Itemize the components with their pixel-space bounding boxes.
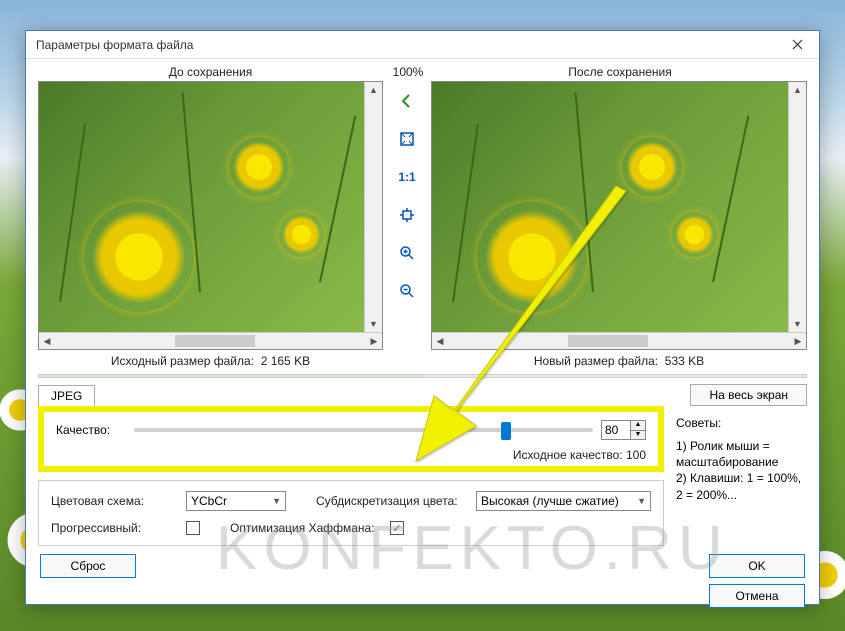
original-quality-label: Исходное качество: bbox=[513, 448, 623, 462]
reset-button[interactable]: Сброс bbox=[40, 554, 136, 578]
chevron-down-icon: ▼ bbox=[637, 496, 646, 506]
scroll-up-icon[interactable]: ▲ bbox=[365, 82, 382, 98]
scroll-left-icon[interactable]: ◀ bbox=[39, 333, 55, 349]
color-scheme-combo[interactable]: YCbCr ▼ bbox=[186, 491, 286, 511]
quality-input[interactable] bbox=[602, 421, 630, 439]
new-size: Новый размер файла: 533 KB bbox=[431, 354, 807, 368]
color-scheme-label: Цветовая схема: bbox=[51, 494, 186, 508]
zoom-out-icon bbox=[399, 283, 415, 299]
close-icon bbox=[792, 39, 803, 50]
original-size: Исходный размер файла: 2 165 KB bbox=[38, 354, 383, 368]
new-size-value: 533 KB bbox=[665, 354, 704, 368]
original-size-label: Исходный размер файла: bbox=[111, 354, 254, 368]
after-hscrollbar[interactable]: ◀ ▶ bbox=[432, 332, 806, 349]
quality-label: Качество: bbox=[56, 423, 126, 437]
before-image bbox=[39, 82, 364, 332]
zoom-label: 100% bbox=[383, 65, 433, 79]
scroll-thumb[interactable] bbox=[175, 335, 255, 347]
after-image bbox=[432, 82, 788, 332]
subsampling-combo[interactable]: Высокая (лучше сжатие) ▼ bbox=[476, 491, 651, 511]
scroll-right-icon[interactable]: ▶ bbox=[790, 333, 806, 349]
ok-button[interactable]: OK bbox=[709, 554, 805, 578]
before-hscrollbar[interactable]: ◀ ▶ bbox=[39, 332, 382, 349]
expand-button[interactable] bbox=[395, 203, 419, 227]
before-vscrollbar[interactable]: ▲ ▼ bbox=[364, 82, 382, 332]
actual-size-button[interactable]: 1:1 bbox=[395, 165, 419, 189]
before-preview[interactable]: ▲ ▼ ◀ ▶ bbox=[38, 81, 383, 350]
fullscreen-button[interactable]: На весь экран bbox=[690, 384, 807, 406]
original-quality-value: 100 bbox=[626, 448, 646, 462]
scroll-down-icon[interactable]: ▼ bbox=[365, 316, 382, 332]
quality-spinner[interactable]: ▲ ▼ bbox=[601, 420, 646, 440]
before-header: До сохранения bbox=[38, 65, 383, 79]
scroll-thumb[interactable] bbox=[568, 335, 648, 347]
tips-line1: 1) Ролик мыши = масштабирование bbox=[676, 438, 807, 470]
quality-highlight: Качество: ▲ ▼ Исходное bbox=[38, 406, 664, 472]
new-size-label: Новый размер файла: bbox=[534, 354, 658, 368]
tips-line2: 2) Клавиши: 1 = 100%, 2 = 200%... bbox=[676, 470, 807, 502]
subsampling-value: Высокая (лучше сжатие) bbox=[481, 494, 619, 508]
slider-thumb[interactable] bbox=[501, 422, 511, 440]
color-scheme-value: YCbCr bbox=[191, 494, 227, 508]
zoom-out-button[interactable] bbox=[395, 279, 419, 303]
jpeg-tab[interactable]: JPEG bbox=[38, 385, 95, 406]
scroll-up-icon[interactable]: ▲ bbox=[789, 82, 806, 98]
subsampling-label: Субдискретизация цвета: bbox=[316, 494, 476, 508]
file-format-dialog: Параметры формата файла До сохранения 10… bbox=[25, 30, 820, 605]
arrow-left-icon bbox=[399, 93, 415, 109]
zoom-in-icon bbox=[399, 245, 415, 261]
scroll-left-icon[interactable]: ◀ bbox=[432, 333, 448, 349]
quality-slider[interactable] bbox=[134, 428, 593, 432]
fit-button[interactable] bbox=[395, 127, 419, 151]
huffman-label: Оптимизация Хаффмана: bbox=[230, 521, 390, 535]
progressive-checkbox[interactable] bbox=[186, 521, 200, 535]
after-vscrollbar[interactable]: ▲ ▼ bbox=[788, 82, 806, 332]
size-ratio-bar bbox=[38, 374, 807, 378]
chevron-down-icon: ▼ bbox=[272, 496, 281, 506]
close-button[interactable] bbox=[781, 34, 813, 56]
spinner-down[interactable]: ▼ bbox=[631, 430, 645, 439]
titlebar: Параметры формата файла bbox=[26, 31, 819, 59]
zoom-in-button[interactable] bbox=[395, 241, 419, 265]
scroll-right-icon[interactable]: ▶ bbox=[366, 333, 382, 349]
dialog-title: Параметры формата файла bbox=[36, 38, 193, 52]
progressive-label: Прогрессивный: bbox=[51, 521, 186, 535]
zoom-toolbar: 1:1 bbox=[383, 81, 431, 350]
cancel-button[interactable]: Отмена bbox=[709, 584, 805, 608]
after-header: После сохранения bbox=[433, 65, 807, 79]
huffman-checkbox[interactable]: ✓ bbox=[390, 521, 404, 535]
fit-icon bbox=[399, 131, 415, 147]
original-quality: Исходное качество: 100 bbox=[56, 448, 646, 462]
spinner-up[interactable]: ▲ bbox=[631, 421, 645, 430]
scroll-down-icon[interactable]: ▼ bbox=[789, 316, 806, 332]
original-size-value: 2 165 KB bbox=[261, 354, 310, 368]
jpeg-options: Цветовая схема: YCbCr ▼ Субдискретизация… bbox=[38, 480, 664, 546]
tips-title: Советы: bbox=[676, 416, 807, 430]
after-preview[interactable]: ▲ ▼ ◀ ▶ bbox=[431, 81, 807, 350]
back-button[interactable] bbox=[395, 89, 419, 113]
tips-panel: Советы: 1) Ролик мыши = масштабирование … bbox=[676, 406, 807, 546]
expand-icon bbox=[399, 207, 415, 223]
